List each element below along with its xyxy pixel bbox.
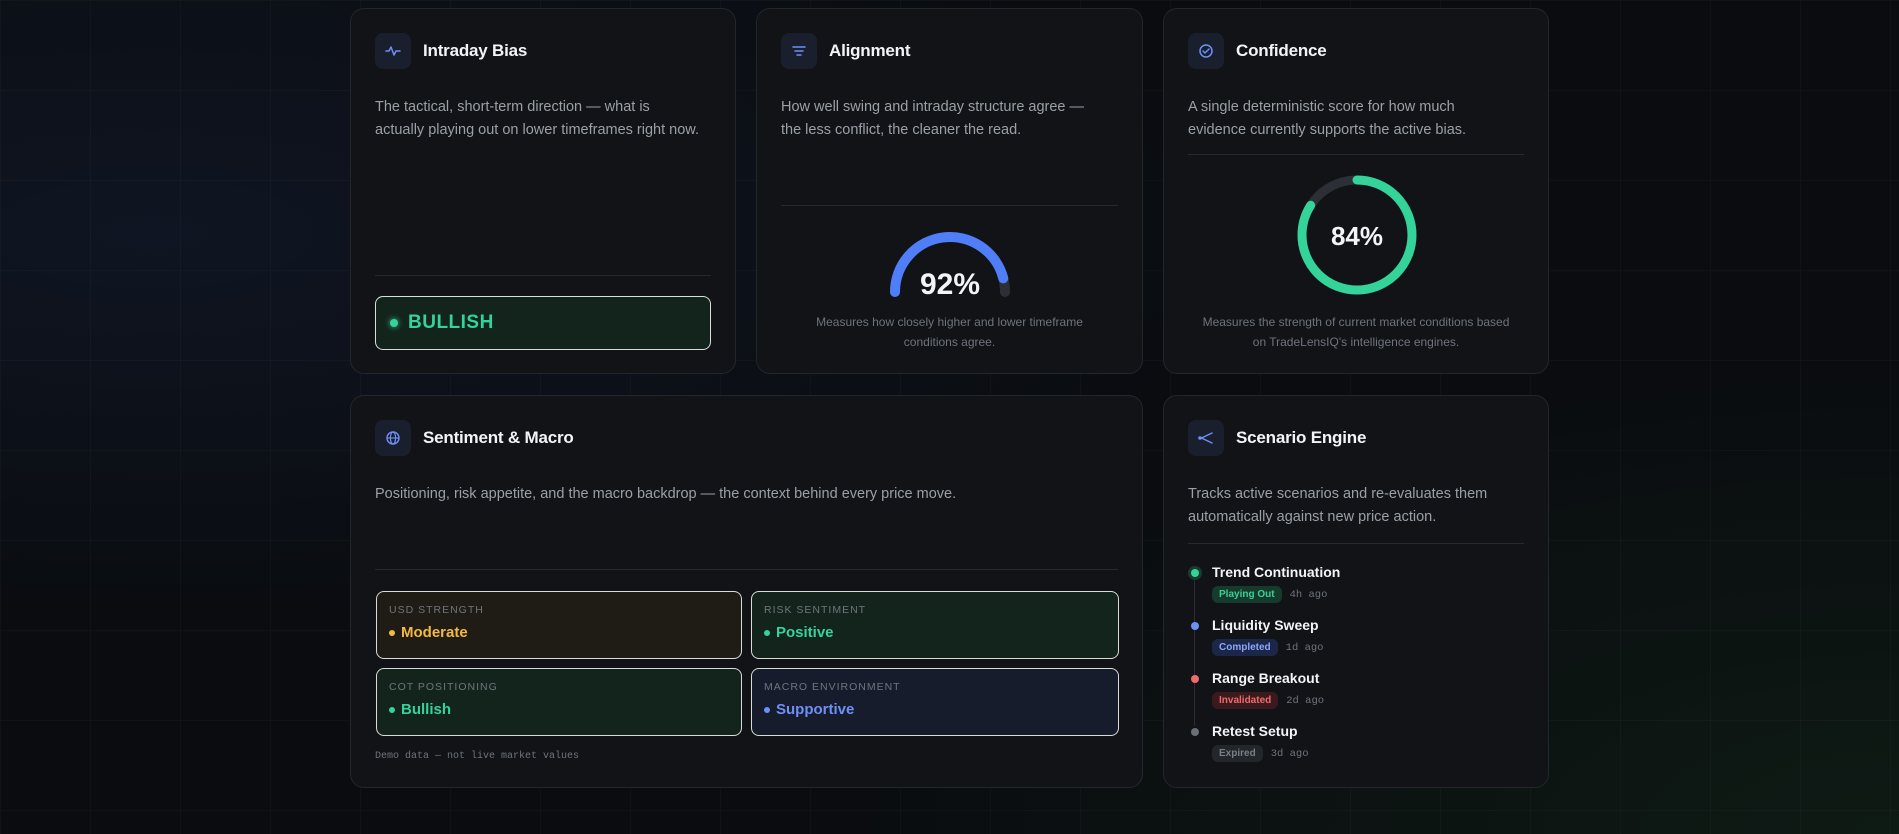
desc-line: How well swing and intraday structure ag… <box>781 99 1085 115</box>
status-badge: Playing Out <box>1212 586 1282 603</box>
bias-status-box: BULLISH <box>375 296 711 350</box>
scenario-engine-card: Scenario Engine Tracks active scenarios … <box>1163 395 1549 788</box>
metric-dot <box>764 706 770 713</box>
metric-label: RISK SENTIMENT <box>764 604 867 616</box>
scenario-status-dot <box>1191 622 1199 630</box>
metric-label: USD STRENGTH <box>389 604 484 616</box>
confidence-description: A single deterministic score for how muc… <box>1188 96 1466 142</box>
confidence-title: Confidence <box>1236 41 1327 60</box>
desc-line: A single deterministic score for how muc… <box>1188 99 1455 115</box>
caption-line: on TradeLensIQ's intelligence engines. <box>1252 335 1460 349</box>
divider <box>375 275 711 276</box>
alignment-title: Alignment <box>829 41 911 60</box>
metric-value: Bullish <box>389 701 729 718</box>
scenario-description: Tracks active scenarios and re-evaluates… <box>1188 483 1487 529</box>
intraday-bias-description: The tactical, short-term direction — wha… <box>375 96 699 142</box>
divider <box>1188 154 1524 155</box>
scenario-header: Scenario Engine <box>1188 420 1366 456</box>
metric-label: COT POSITIONING <box>389 681 498 693</box>
metric-value: Moderate <box>389 624 729 641</box>
caption-line: conditions agree. <box>903 335 996 349</box>
caption-line: Measures the strength of current market … <box>1202 315 1510 329</box>
desc-line: evidence currently supports the active b… <box>1188 122 1467 138</box>
confidence-header: Confidence <box>1188 33 1327 69</box>
desc-line: Tracks active scenarios and re-evaluates… <box>1188 486 1488 502</box>
caption-line: Measures how closely higher and lower ti… <box>816 315 1083 329</box>
alignment-description: How well swing and intraday structure ag… <box>781 96 1084 142</box>
intraday-bias-header: Intraday Bias <box>375 33 527 69</box>
status-badge: Invalidated <box>1212 692 1279 709</box>
metric-dot <box>764 629 770 636</box>
desc-line: actually playing out on lower timeframes… <box>375 122 699 138</box>
scenario-time: 4h ago <box>1289 588 1328 601</box>
bias-dot <box>390 319 398 327</box>
metric-macro-environment: MACRO ENVIRONMENT Supportive <box>751 668 1119 736</box>
scenario-status-dot <box>1191 728 1199 736</box>
divider <box>1188 543 1524 544</box>
metric-value-text: Moderate <box>401 624 468 641</box>
metric-usd-strength: USD STRENGTH Moderate <box>376 591 742 659</box>
scenario-status-dot <box>1191 675 1199 683</box>
sentiment-description: Positioning, risk appetite, and the macr… <box>375 486 957 502</box>
metric-label: MACRO ENVIRONMENT <box>764 681 901 693</box>
metric-risk-sentiment: RISK SENTIMENT Positive <box>751 591 1119 659</box>
scenario-item[interactable]: Retest Setup Expired 3d ago <box>1188 723 1309 762</box>
alignment-header: Alignment <box>781 33 911 69</box>
scenario-time: 3d ago <box>1270 747 1309 760</box>
metric-dot <box>389 629 395 636</box>
bias-label: BULLISH <box>408 312 494 333</box>
confidence-caption: Measures the strength of current market … <box>1188 312 1524 352</box>
filter-lines-icon <box>781 33 817 69</box>
demo-data-note: Demo data — not live market values <box>375 751 580 762</box>
scenario-meta: Invalidated 2d ago <box>1212 692 1324 709</box>
sentiment-header: Sentiment & Macro <box>375 420 574 456</box>
scenario-title: Retest Setup <box>1212 723 1298 739</box>
scenario-time: 2d ago <box>1286 694 1325 707</box>
desc-line: the less conflict, the cleaner the read. <box>781 122 1022 138</box>
branch-split-icon <box>1188 420 1224 456</box>
confidence-value: 84% <box>1331 221 1383 251</box>
confidence-ring: 84% <box>1297 175 1417 295</box>
desc-line: The tactical, short-term direction — wha… <box>375 99 650 115</box>
alignment-caption: Measures how closely higher and lower ti… <box>781 312 1118 352</box>
sentiment-title: Sentiment & Macro <box>423 428 574 447</box>
alignment-gauge: 92% <box>890 232 1010 301</box>
scenario-title: Trend Continuation <box>1212 564 1341 580</box>
scenario-meta: Playing Out 4h ago <box>1212 586 1340 603</box>
check-circle-icon <box>1188 33 1224 69</box>
desc-line: automatically against new price action. <box>1188 509 1437 525</box>
scenario-item[interactable]: Range Breakout Invalidated 2d ago <box>1188 670 1324 709</box>
scenario-title: Liquidity Sweep <box>1212 617 1319 633</box>
metric-value: Supportive <box>764 701 1106 718</box>
scenario-time: 1d ago <box>1285 641 1324 654</box>
metric-value-text: Positive <box>776 624 834 641</box>
alignment-card: Alignment How well swing and intraday st… <box>756 8 1143 374</box>
scenario-title: Scenario Engine <box>1236 428 1367 447</box>
alignment-value: 92% <box>920 268 980 301</box>
confidence-card: Confidence A single deterministic score … <box>1163 8 1549 374</box>
metric-dot <box>389 706 395 713</box>
intraday-bias-card: Intraday Bias The tactical, short-term d… <box>350 8 736 374</box>
activity-pulse-icon <box>375 33 411 69</box>
scenario-item[interactable]: Trend Continuation Playing Out 4h ago <box>1188 564 1340 603</box>
intraday-bias-title: Intraday Bias <box>423 41 528 60</box>
divider <box>781 205 1118 206</box>
divider <box>375 569 1118 570</box>
metric-value-text: Bullish <box>401 701 452 718</box>
scenario-item[interactable]: Liquidity Sweep Completed 1d ago <box>1188 617 1323 656</box>
scenario-title: Range Breakout <box>1212 670 1320 686</box>
scenario-meta: Completed 1d ago <box>1212 639 1323 656</box>
metric-value-text: Supportive <box>776 701 855 718</box>
metric-cot-positioning: COT POSITIONING Bullish <box>376 668 742 736</box>
status-badge: Completed <box>1212 639 1278 656</box>
globe-icon <box>375 420 411 456</box>
sentiment-macro-card: Sentiment & Macro Positioning, risk appe… <box>350 395 1143 788</box>
status-badge: Expired <box>1212 745 1263 762</box>
metric-value: Positive <box>764 624 1106 641</box>
scenario-meta: Expired 3d ago <box>1212 745 1309 762</box>
scenario-status-dot <box>1191 569 1199 577</box>
